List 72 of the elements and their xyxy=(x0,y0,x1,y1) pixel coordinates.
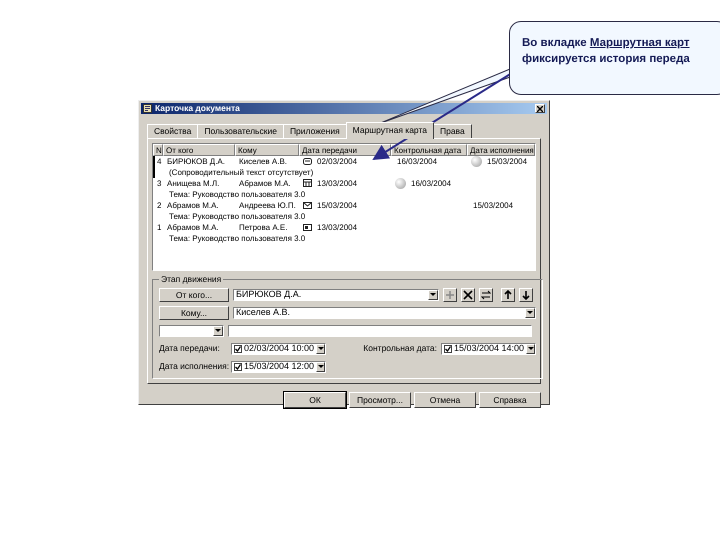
from-button[interactable]: От кого... xyxy=(159,288,229,302)
date-time-picker[interactable]: 15/03/2004 14:00 xyxy=(441,342,536,354)
table-cell-text: Тема: Руководство пользователя 3.0 xyxy=(168,189,306,200)
list-row[interactable]: 2 Абрамов М.А. Андреева Ю.П. 15/03/2004 15/03/2004 Тема: Руководство пользователя 3.0 xyxy=(153,200,535,222)
table-cell-text: 13/03/2004 xyxy=(316,222,358,233)
tab[interactable]: Пользовательские xyxy=(197,124,284,138)
table-cell-text: БИРЮКОВ Д.А. xyxy=(166,156,226,167)
table-cell-text: Анищева М.Л. xyxy=(166,178,220,189)
column-header[interactable]: Контрольная дата xyxy=(391,144,467,156)
window-title: Карточка документа xyxy=(155,103,241,114)
table-cell-text: 16/03/2004 xyxy=(396,156,438,167)
checkbox[interactable] xyxy=(234,344,242,352)
table-cell-text: 2 xyxy=(156,200,162,211)
tab[interactable]: Маршрутная карта xyxy=(346,122,434,139)
table-cell-text: 15/03/2004 xyxy=(316,200,358,211)
transfer-icon xyxy=(303,179,312,188)
table-cell-text: (Сопроводительный текст отсутствует) xyxy=(168,167,314,178)
dialog-button[interactable]: Просмотр... xyxy=(349,392,411,408)
transfer-icon xyxy=(303,157,312,166)
transfer-icon xyxy=(303,201,312,210)
field-label: Дата передачи: xyxy=(159,343,221,354)
column-header[interactable]: От кого xyxy=(163,144,235,156)
dialog-button[interactable]: Справка xyxy=(479,392,541,408)
table-cell-text: 16/03/2004 xyxy=(410,178,452,189)
table-cell-text: 02/03/2004 xyxy=(316,156,358,167)
tab[interactable]: Приложения xyxy=(282,124,347,138)
list-row[interactable]: 1 Абрамов М.А. Петрова А.Е. 13/03/2004 Тема: Руководство пользователя 3.0 xyxy=(153,222,535,244)
table-cell-text: Абрамов М.А. xyxy=(238,178,292,189)
table-cell-text: 4 xyxy=(156,156,162,167)
column-header[interactable]: Дата исполнения xyxy=(467,144,535,156)
group-title: Этап движения xyxy=(160,274,222,285)
table-cell-text: Абрамов М.А. xyxy=(166,200,220,211)
table-cell-text: Тема: Руководство пользователя 3.0 xyxy=(168,211,306,222)
to-combo[interactable]: Киселев А.В. xyxy=(233,306,536,318)
table-cell-text: Андреева Ю.П. xyxy=(238,200,297,211)
table-cell-text: 13/03/2004 xyxy=(316,178,358,189)
dialog-button[interactable]: ОК xyxy=(284,392,346,408)
transfer-icon xyxy=(303,223,312,232)
text-field[interactable] xyxy=(228,324,532,336)
dialog-button[interactable]: Отмена xyxy=(414,392,476,408)
field-label: Дата исполнения: xyxy=(159,361,227,372)
column-header[interactable]: Кому xyxy=(235,144,299,156)
type-combo[interactable] xyxy=(159,324,224,336)
callout-text: Во вкладке Маршрутная карт фиксируется история переда xyxy=(522,36,691,67)
table-cell-text: Киселев А.В. xyxy=(238,156,288,167)
date-time-picker[interactable]: 15/03/2004 12:00 xyxy=(231,360,326,372)
tab[interactable]: Свойства xyxy=(147,124,198,138)
to-button[interactable]: Кому... xyxy=(159,306,229,320)
table-cell-text: 15/03/2004 xyxy=(486,156,528,167)
table-cell-text: Тема: Руководство пользователя 3.0 xyxy=(168,233,306,244)
table-cell-text: 15/03/2004 xyxy=(472,200,514,211)
field-label: Контрольная дата: xyxy=(363,343,437,354)
table-cell-text: Петрова А.Е. xyxy=(238,222,288,233)
close-button[interactable] xyxy=(535,104,545,113)
swap-icon[interactable] xyxy=(481,290,491,300)
table-cell-text: 3 xyxy=(156,178,162,189)
column-header[interactable]: Дата передачи xyxy=(299,144,391,156)
up-arrow-icon[interactable] xyxy=(503,290,513,300)
document-icon xyxy=(143,104,152,113)
down-arrow-icon[interactable] xyxy=(521,290,531,300)
checkbox[interactable] xyxy=(444,344,452,352)
list-row[interactable]: 4 БИРЮКОВ Д.А. Киселев А.В. 02/03/2004 16/03/2004 15/03/2004 (Сопроводительный текст отсутствует) xyxy=(153,156,535,178)
column-header[interactable]: N xyxy=(153,144,163,156)
delete-icon[interactable] xyxy=(463,290,473,300)
from-combo[interactable]: БИРЮКОВ Д.А. xyxy=(233,288,439,300)
date-time-picker[interactable]: 02/03/2004 10:00 xyxy=(231,342,326,354)
tab[interactable]: Права xyxy=(432,124,472,138)
table-cell-text: 1 xyxy=(156,222,162,233)
list-row[interactable]: 3 Анищева М.Л. Абрамов М.А. 13/03/2004 16/03/2004 Тема: Руководство пользователя 3.0 xyxy=(153,178,535,200)
table-cell-text: Абрамов М.А. xyxy=(166,222,220,233)
link[interactable]: Маршрутная карт xyxy=(590,37,690,49)
checkbox[interactable] xyxy=(234,362,242,370)
